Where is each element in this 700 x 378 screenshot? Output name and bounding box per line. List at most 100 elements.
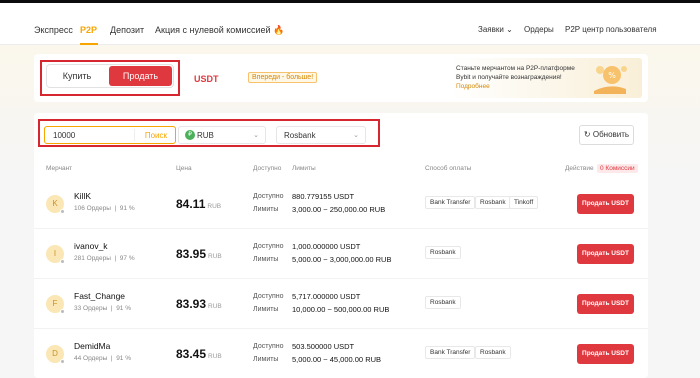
merchant-stats: 281 Ордеры | 97 % <box>74 255 135 262</box>
avatar-initial: D <box>52 349 58 358</box>
refresh-icon: ↻ <box>583 130 591 139</box>
available-value: 5,717.000000 USDT <box>292 292 361 301</box>
payment-tag: Tinkoff <box>509 196 539 209</box>
svg-text:%: % <box>608 71 616 80</box>
limits-label: Лимиты <box>253 256 279 263</box>
avatar[interactable]: K <box>46 195 65 214</box>
nav-orders-menu-label: Заявки <box>478 25 504 34</box>
nav-promo[interactable]: Акция с нулевой комиссией 🔥 <box>155 25 284 36</box>
table-row: D DemidMa 44 Ордеры | 91 % 83.45 RUB Дост… <box>34 329 648 378</box>
limits-value: 5,000.00 ~ 3,000,000.00 RUB <box>292 255 392 264</box>
nav-promo-label: Акция с нулевой комиссией <box>155 25 271 35</box>
merchant-rate: 91 % <box>119 205 135 212</box>
fire-icon: 🔥 <box>273 25 285 35</box>
trade-card: Купить Продать USDT Впереди - больше! Ст… <box>34 54 648 102</box>
payment-value: Rosbank <box>284 131 316 140</box>
sell-usdt-button[interactable]: Продать USDT <box>577 344 634 364</box>
merchant-stats: 106 Ордеры | 91 % <box>74 205 135 212</box>
merchant-name[interactable]: KillK <box>74 191 91 201</box>
col-action: Действие <box>565 165 594 172</box>
nav-orders-menu[interactable]: Заявки ⌄ <box>478 25 513 34</box>
avatar[interactable]: D <box>46 345 65 364</box>
limits-value: 3,000.00 ~ 250,000.00 RUB <box>292 205 386 214</box>
chevron-down-icon: ⌄ <box>506 25 513 34</box>
price-value: 84.11 <box>176 197 206 211</box>
nav-deposit[interactable]: Депозит <box>110 25 144 35</box>
price-currency: RUB <box>208 353 222 360</box>
divider <box>134 129 135 141</box>
merchant-banner[interactable]: Станьте мерчантом на P2P-платформе Bybit… <box>450 58 642 98</box>
amount-value: 10000 <box>53 131 76 140</box>
avatar-initial: K <box>52 199 58 208</box>
sell-tab[interactable]: Продать <box>109 66 172 86</box>
avatar-initial: I <box>53 249 57 258</box>
status-dot <box>60 259 65 264</box>
banner-link[interactable]: Подробнее <box>456 83 490 90</box>
banner-message: Станьте мерчантом на P2P-платформе Bybit… <box>456 65 575 81</box>
col-available: Доступно <box>253 165 282 172</box>
nav-user-center[interactable]: P2P центр пользователя <box>565 25 657 34</box>
refresh-label: Обновить <box>592 130 630 139</box>
payment-tag: Rosbank <box>425 296 461 309</box>
buy-tab[interactable]: Купить <box>47 65 107 87</box>
limits-label: Лимиты <box>253 306 279 313</box>
col-merchant: Мерчант <box>46 165 73 172</box>
available-label: Доступно <box>253 193 284 200</box>
price: 84.11 RUB <box>176 197 221 211</box>
payment-tag: Bank Transfer <box>425 196 476 209</box>
limits-value: 5,000.00 ~ 45,000.00 RUB <box>292 355 382 364</box>
sell-usdt-button[interactable]: Продать USDT <box>577 244 634 264</box>
available-label: Доступно <box>253 243 284 250</box>
sell-usdt-button[interactable]: Продать USDT <box>577 194 634 214</box>
merchant-stats: 44 Ордеры | 91 % <box>74 355 132 362</box>
price: 83.45 RUB <box>176 347 222 361</box>
amount-input[interactable]: 10000 Поиск <box>44 126 176 144</box>
table-row: K KillK 106 Ордеры | 91 % 84.11 RUB Досту… <box>34 179 648 229</box>
merchant-name[interactable]: DemidMa <box>74 341 110 351</box>
merchant-stats: 33 Ордеры | 91 % <box>74 305 132 312</box>
merchant-orders: 44 Ордеры <box>74 355 108 362</box>
sell-usdt-button[interactable]: Продать USDT <box>577 294 634 314</box>
payment-tag: Rosbank <box>475 196 511 209</box>
status-dot <box>60 359 65 364</box>
price-value: 83.93 <box>176 297 207 311</box>
refresh-button[interactable]: ↻ Обновить <box>579 125 634 145</box>
payment-tag: Bank Transfer <box>425 346 476 359</box>
limits-label: Лимиты <box>253 206 279 213</box>
available-value: 503.500000 USDT <box>292 342 355 351</box>
avatar[interactable]: I <box>46 245 65 264</box>
top-nav: Экспресс P2P Депозит Акция с нулевой ком… <box>0 3 700 45</box>
avatar[interactable]: F <box>46 295 65 314</box>
avatar-initial: F <box>52 299 58 308</box>
banner-text: Станьте мерчантом на P2P-платформе Bybit… <box>456 64 576 91</box>
col-payment: Способ оплаты <box>425 165 472 172</box>
merchant-orders: 33 Ордеры <box>74 305 108 312</box>
merchant-name[interactable]: Fast_Change <box>74 291 125 301</box>
merchant-orders: 281 Ордеры <box>74 255 111 262</box>
currency-select[interactable]: ₽ RUB ⌄ <box>178 126 266 144</box>
coins-illustration-icon: % <box>594 66 627 94</box>
nav-p2p[interactable]: P2P <box>80 25 97 35</box>
limits-label: Лимиты <box>253 356 279 363</box>
price: 83.93 RUB <box>176 297 222 311</box>
status-dot <box>60 209 65 214</box>
available-value: 1,000.000000 USDT <box>292 242 361 251</box>
merchant-name[interactable]: ivanov_k <box>74 241 108 251</box>
nav-express[interactable]: Экспресс <box>34 25 73 35</box>
asset-usdt[interactable]: USDT <box>194 74 219 84</box>
status-dot <box>60 309 65 314</box>
price-currency: RUB <box>208 303 222 310</box>
col-price: Цена <box>176 165 192 172</box>
merchant-rate: 97 % <box>119 255 135 262</box>
payment-tag: Rosbank <box>475 346 511 359</box>
payment-select[interactable]: Rosbank ⌄ <box>276 126 366 144</box>
price: 83.95 RUB <box>176 247 222 261</box>
currency-value: RUB <box>197 131 214 140</box>
price-value: 83.95 <box>176 247 207 261</box>
search-button[interactable]: Поиск <box>145 131 167 140</box>
col-limits: Лимиты <box>292 165 316 172</box>
available-value: 880.779155 USDT <box>292 192 355 201</box>
nav-orders[interactable]: Ордеры <box>524 25 554 34</box>
offers-card: 10000 Поиск ₽ RUB ⌄ Rosbank ⌄ ↻ Обновить… <box>34 113 648 378</box>
merchant-rate: 91 % <box>116 355 132 362</box>
